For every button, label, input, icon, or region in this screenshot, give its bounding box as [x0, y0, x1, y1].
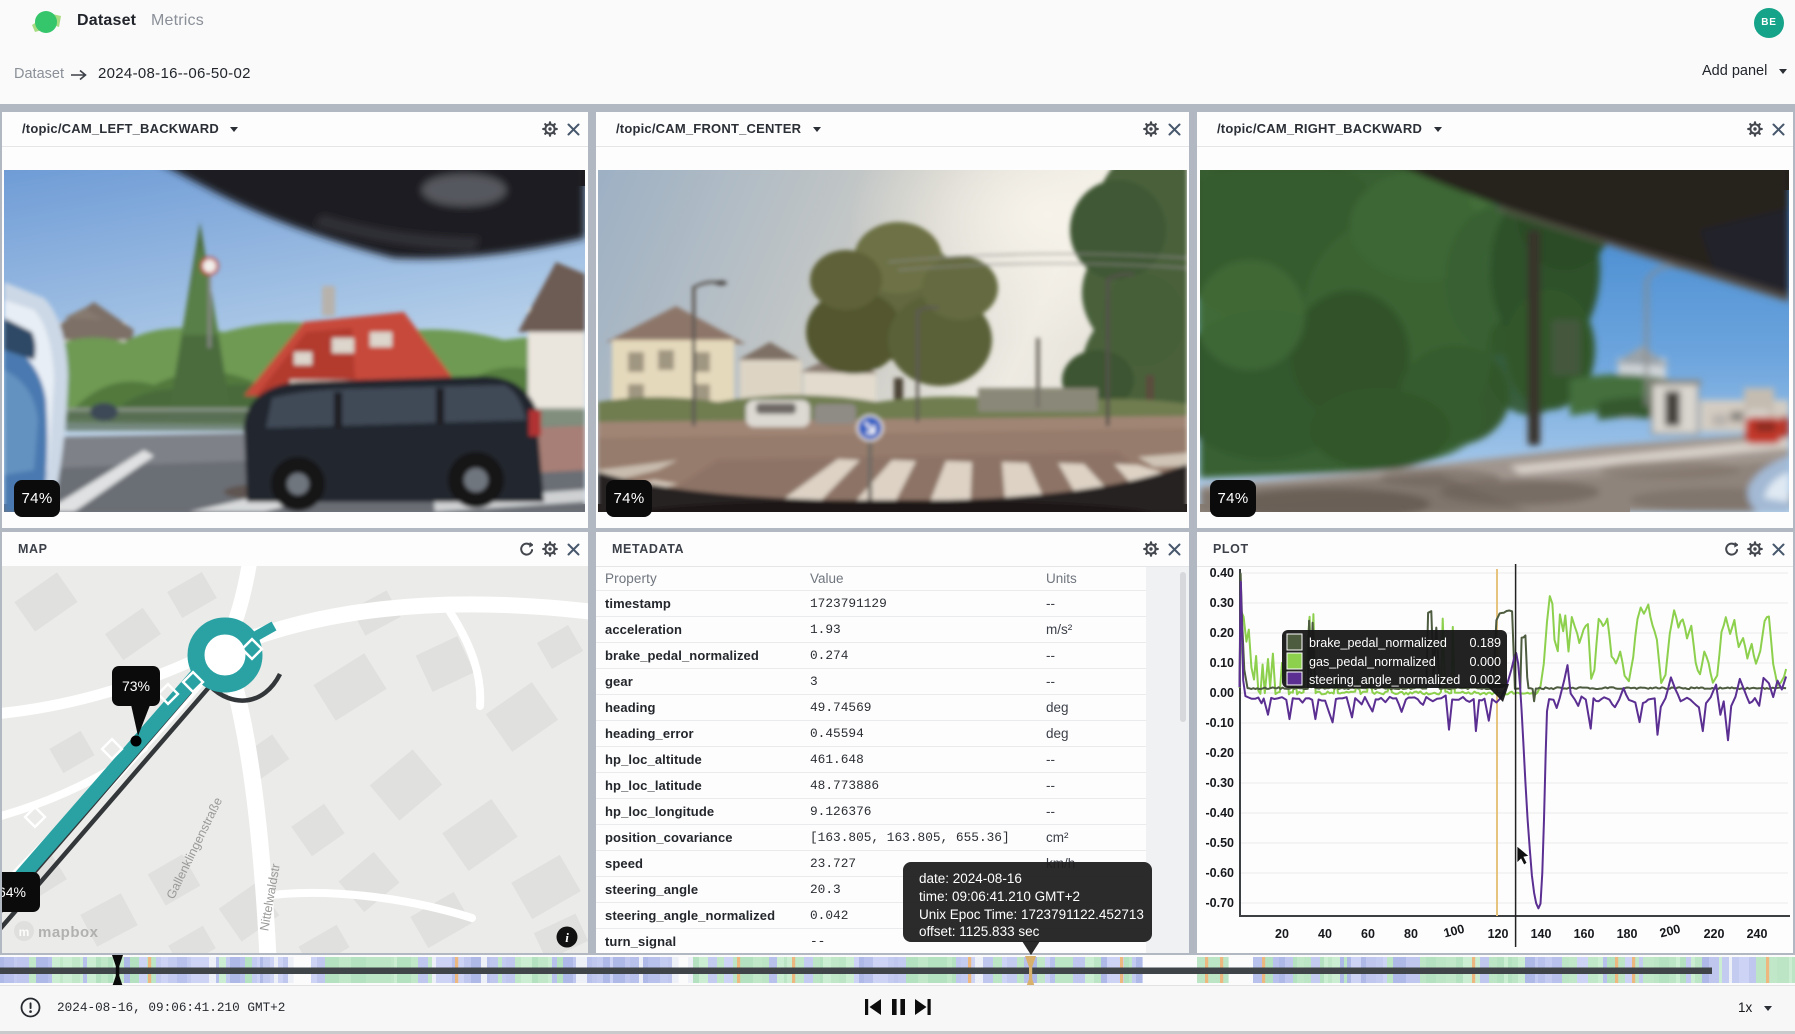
svg-text:brake_pedal_normalized: brake_pedal_normalized [1309, 636, 1447, 650]
svg-text:200: 200 [1658, 922, 1682, 941]
svg-text:-0.40: -0.40 [1206, 806, 1235, 820]
svg-text:180: 180 [1617, 927, 1638, 941]
svg-text:0.20: 0.20 [1210, 626, 1234, 640]
svg-text:140: 140 [1531, 927, 1552, 941]
svg-text:160: 160 [1574, 927, 1595, 941]
svg-text:100: 100 [1442, 922, 1466, 941]
svg-text:m: m [19, 925, 30, 939]
svg-text:-0.60: -0.60 [1206, 866, 1235, 880]
svg-text:120: 120 [1488, 927, 1509, 941]
svg-text:-0.70: -0.70 [1206, 896, 1235, 910]
svg-text:-0.30: -0.30 [1206, 776, 1235, 790]
svg-text:-0.50: -0.50 [1206, 836, 1235, 850]
svg-text:64%: 64% [2, 884, 26, 900]
svg-text:80: 80 [1404, 927, 1418, 941]
svg-text:0.10: 0.10 [1210, 656, 1234, 670]
svg-text:0.189: 0.189 [1469, 636, 1501, 650]
svg-text:73%: 73% [122, 678, 150, 694]
svg-text:0.40: 0.40 [1210, 566, 1234, 580]
svg-text:0.30: 0.30 [1210, 596, 1234, 610]
svg-text:0.002: 0.002 [1469, 673, 1501, 687]
svg-text:i: i [565, 930, 569, 945]
svg-text:240: 240 [1747, 927, 1768, 941]
svg-text:220: 220 [1704, 927, 1725, 941]
svg-text:mapbox: mapbox [38, 924, 99, 941]
svg-text:0.000: 0.000 [1469, 655, 1501, 669]
svg-text:-0.10: -0.10 [1206, 716, 1235, 730]
svg-text:20: 20 [1275, 927, 1289, 941]
svg-text:60: 60 [1361, 927, 1375, 941]
svg-text:-0.20: -0.20 [1206, 746, 1235, 760]
svg-text:gas_pedal_normalized: gas_pedal_normalized [1309, 655, 1436, 669]
svg-text:40: 40 [1318, 927, 1332, 941]
svg-text:0.00: 0.00 [1210, 686, 1234, 700]
svg-text:steering_angle_normalized: steering_angle_normalized [1309, 673, 1460, 687]
